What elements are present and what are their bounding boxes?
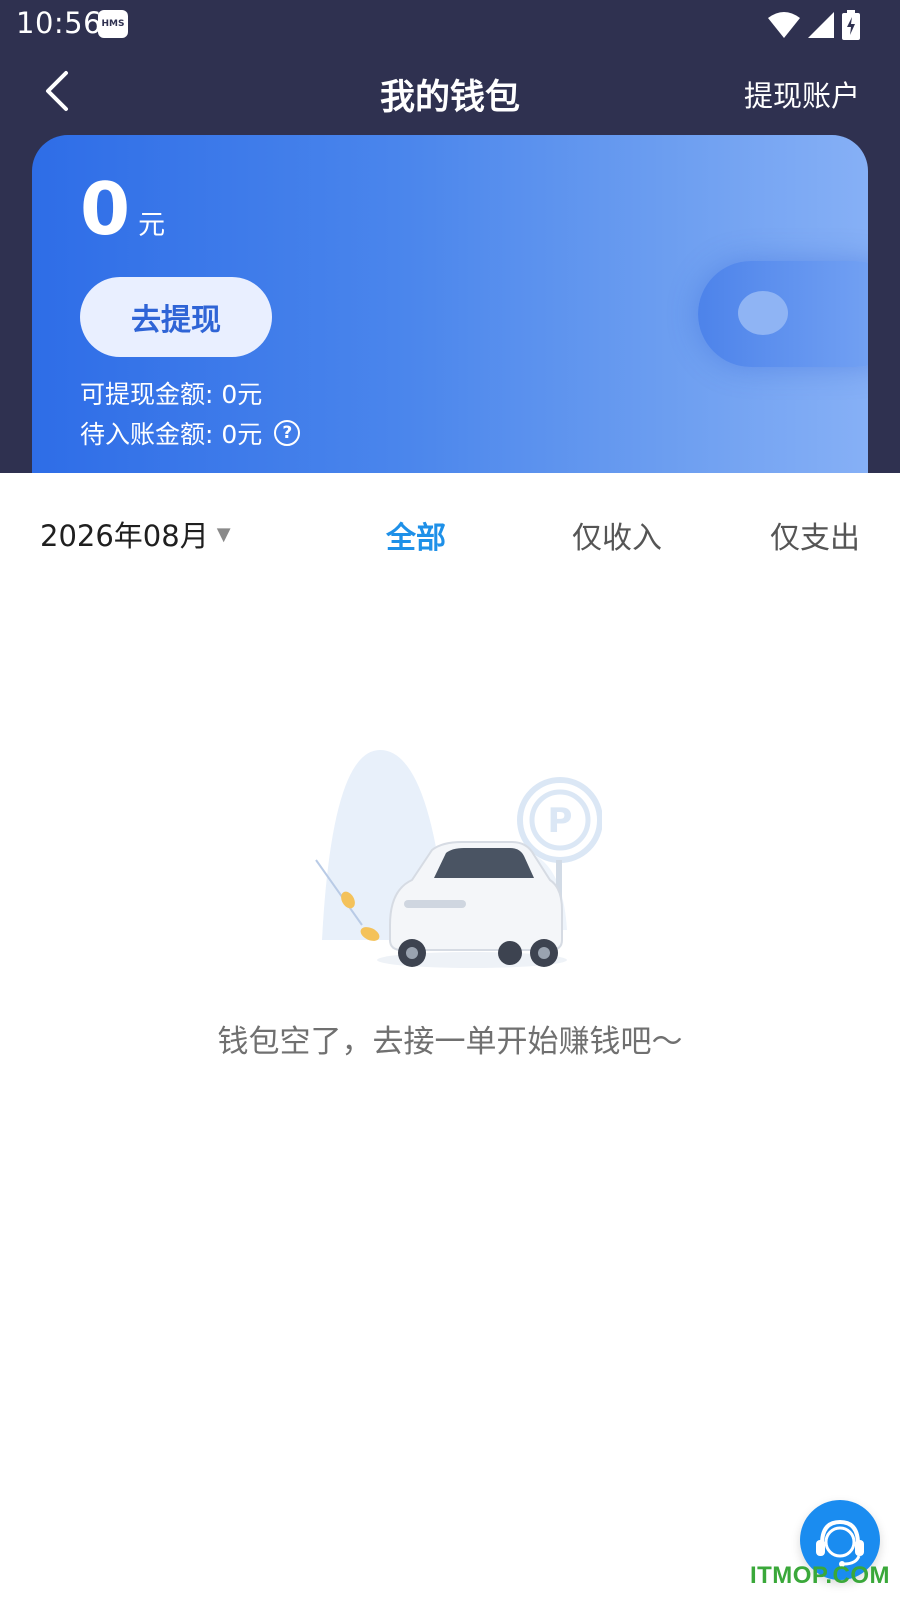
month-label: 2026年08月 xyxy=(40,519,209,553)
month-selector[interactable]: 2026年08月 ▼ xyxy=(40,513,231,555)
dropdown-arrow-icon: ▼ xyxy=(216,523,231,545)
withdraw-account-link[interactable]: 提现账户 xyxy=(744,73,860,115)
nav-bar: 我的钱包 提现账户 xyxy=(0,55,900,130)
balance-card: 0 元 去提现 可提现金额: 0元 待入账金额: 0元 ? xyxy=(32,135,868,473)
header: 10:56 HMS 我的钱包 提现账户 0 元 去提现 可提现金额: 0元 待入… xyxy=(0,0,900,473)
help-icon[interactable]: ? xyxy=(274,420,301,446)
pending-amount: 待入账金额: 0元 ? xyxy=(80,415,301,451)
hms-badge: HMS xyxy=(98,10,128,38)
balance-unit: 元 xyxy=(138,210,166,241)
wifi-icon xyxy=(768,12,800,38)
withdraw-button[interactable]: 去提现 xyxy=(80,277,272,357)
status-icons xyxy=(768,10,860,40)
pending-label: 待入账金额: 0元 xyxy=(80,420,263,449)
status-bar: 10:56 HMS xyxy=(0,0,900,50)
signal-icon xyxy=(808,12,834,38)
withdrawable-amount: 可提现金额: 0元 xyxy=(80,375,262,411)
balance-value: 0 xyxy=(80,167,131,251)
tab-income-only[interactable]: 仅收入 xyxy=(572,513,662,557)
card-decoration xyxy=(698,261,868,367)
tab-all[interactable]: 全部 xyxy=(386,513,446,557)
balance-amount: 0 元 xyxy=(80,173,165,245)
watermark: ITMOP.COM xyxy=(749,1562,890,1589)
svg-text:P: P xyxy=(548,801,573,841)
battery-icon xyxy=(842,10,860,40)
withdrawable-label: 可提现金额: 0元 xyxy=(80,380,263,409)
filter-row: 2026年08月 ▼ 全部 仅收入 仅支出 xyxy=(0,505,900,565)
tab-expense-only[interactable]: 仅支出 xyxy=(770,513,860,557)
empty-state-message: 钱包空了，去接一单开始赚钱吧～ xyxy=(217,1024,683,1060)
status-time: 10:56 xyxy=(16,6,103,40)
empty-illustration: P xyxy=(312,750,603,980)
